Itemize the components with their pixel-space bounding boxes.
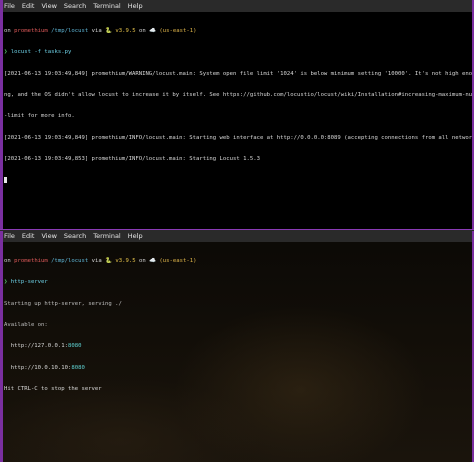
prompt-prefix: on bbox=[4, 258, 15, 265]
python-version: 🐍 v3.9.5 bbox=[105, 28, 136, 35]
address-line: http://127.0.0.1:8080 bbox=[4, 343, 474, 350]
menu-terminal[interactable]: Terminal bbox=[93, 2, 120, 10]
address-host: http://10.0.10.10: bbox=[4, 364, 72, 371]
command-line: ❯ locust -f tasks.py bbox=[4, 49, 474, 56]
menu-edit[interactable]: Edit bbox=[22, 232, 35, 240]
menu-view[interactable]: View bbox=[41, 2, 56, 10]
menu-bar-top: File Edit View Search Terminal Help bbox=[0, 0, 474, 12]
aws-region: ☁️ (us-east-1) bbox=[149, 258, 197, 265]
shell-prompt: on promethium /tmp/locust via 🐍 v3.9.5 o… bbox=[4, 258, 474, 265]
window-border-left bbox=[0, 0, 3, 230]
menu-view[interactable]: View bbox=[41, 232, 56, 240]
menu-edit[interactable]: Edit bbox=[22, 2, 35, 10]
menu-file[interactable]: File bbox=[4, 232, 15, 240]
menu-help[interactable]: Help bbox=[128, 2, 143, 10]
menu-search[interactable]: Search bbox=[64, 232, 86, 240]
available-on-line: Available on: bbox=[4, 322, 48, 329]
command-line: ❯ http-server bbox=[4, 279, 474, 286]
menu-search[interactable]: Search bbox=[64, 2, 86, 10]
address-line: http://10.0.10.10:8080 bbox=[4, 365, 474, 372]
log-line: [2021-06-13 19:03:49,849] promethium/WAR… bbox=[4, 70, 474, 77]
server-starting-line: Starting up http-server, serving ./ bbox=[4, 300, 122, 307]
menu-bar-bottom: File Edit View Search Terminal Help bbox=[0, 230, 474, 242]
log-line: [2021-06-13 19:03:49,853] promethium/INF… bbox=[4, 155, 260, 162]
prompt-path: /tmp/locust bbox=[47, 28, 89, 35]
address-port: 8080 bbox=[68, 343, 82, 350]
prompt-host: promethium bbox=[14, 28, 48, 35]
menu-terminal[interactable]: Terminal bbox=[93, 232, 120, 240]
log-line: -limit for more info. bbox=[4, 113, 75, 120]
terminal-window-bottom[interactable]: File Edit View Search Terminal Help on p… bbox=[0, 230, 474, 462]
shell-prompt: on promethium /tmp/locust via 🐍 v3.9.5 o… bbox=[4, 28, 474, 35]
log-line: [2021-06-13 19:03:49,849] promethium/INF… bbox=[4, 134, 474, 141]
log-line: ng, and the OS didn't allow locust to in… bbox=[4, 92, 474, 99]
terminal-cursor bbox=[4, 177, 474, 184]
prompt-on: on bbox=[135, 28, 150, 35]
prompt-host: promethium bbox=[14, 258, 48, 265]
prompt-on: on bbox=[135, 258, 150, 265]
menu-file[interactable]: File bbox=[4, 2, 15, 10]
prompt-prefix: on bbox=[4, 28, 15, 35]
aws-region: ☁️ (us-east-1) bbox=[149, 28, 197, 35]
terminal-output-top[interactable]: on promethium /tmp/locust via 🐍 v3.9.5 o… bbox=[0, 12, 474, 198]
address-host: http://127.0.0.1: bbox=[4, 343, 68, 350]
command-text: http-server bbox=[7, 279, 48, 286]
prompt-via: via bbox=[88, 258, 106, 265]
command-text: locust -f tasks.py bbox=[7, 49, 72, 56]
prompt-path: /tmp/locust bbox=[47, 258, 89, 265]
prompt-via: via bbox=[88, 28, 106, 35]
terminal-window-top[interactable]: File Edit View Search Terminal Help on p… bbox=[0, 0, 474, 230]
window-border-left bbox=[0, 231, 3, 462]
stop-hint-line: Hit CTRL-C to stop the server bbox=[4, 385, 102, 392]
address-port: 8080 bbox=[71, 364, 85, 371]
menu-help[interactable]: Help bbox=[128, 232, 143, 240]
terminal-output-bottom[interactable]: on promethium /tmp/locust via 🐍 v3.9.5 o… bbox=[0, 242, 474, 407]
python-version: 🐍 v3.9.5 bbox=[105, 258, 136, 265]
